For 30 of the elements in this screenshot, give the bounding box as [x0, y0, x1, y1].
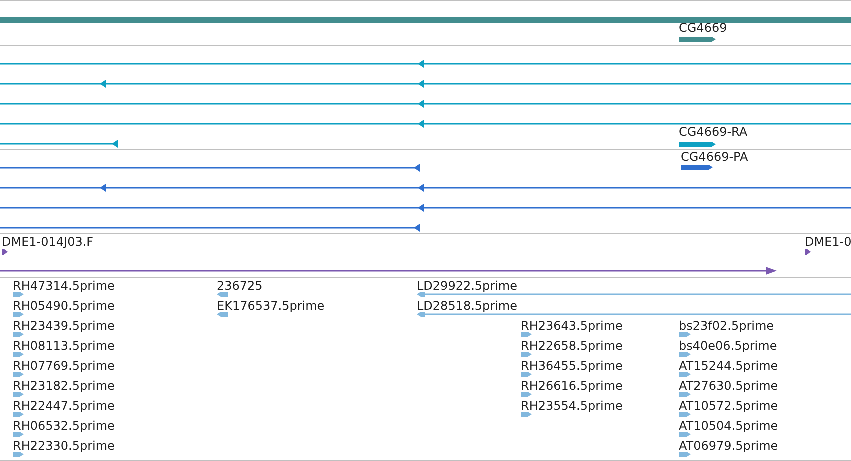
- feature-label: RH22658.5prime: [521, 339, 623, 353]
- feature-label: RH22330.5prime: [13, 439, 115, 453]
- feature-label: RH47314.5prime: [13, 279, 115, 293]
- feature-label: AT06979.5prime: [679, 439, 778, 453]
- feature-label: AT27630.5prime: [679, 379, 778, 393]
- feature-label: RH23182.5prime: [13, 379, 115, 393]
- feature-label: LD28518.5prime: [417, 299, 518, 313]
- feature-label: RH23643.5prime: [521, 319, 623, 333]
- feature-label: LD29922.5prime: [417, 279, 518, 293]
- feature-label: RH22447.5prime: [13, 399, 115, 413]
- feature-label: RH26616.5prime: [521, 379, 623, 393]
- feature-label: DME1-0: [805, 235, 851, 249]
- feature-label: RH23554.5prime: [521, 399, 623, 413]
- feature-label: RH05490.5prime: [13, 299, 115, 313]
- feature-label: RH23439.5prime: [13, 319, 115, 333]
- feature-label: RH08113.5prime: [13, 339, 115, 353]
- feature-label: AT10504.5prime: [679, 419, 778, 433]
- feature-label: AT15244.5prime: [679, 359, 778, 373]
- feature-label: DME1-014J03.F: [2, 235, 94, 249]
- feature-label: CG4669-PA: [681, 150, 748, 164]
- feature-label: bs23f02.5prime: [679, 319, 774, 333]
- feature-label: 236725: [217, 279, 263, 293]
- feature-label: CG4669-RA: [679, 125, 748, 139]
- feature-label: CG4669: [679, 21, 728, 35]
- feature-label: AT10572.5prime: [679, 399, 778, 413]
- feature-label: EK176537.5prime: [217, 299, 325, 313]
- feature-label: bs40e06.5prime: [679, 339, 778, 353]
- feature-label: RH36455.5prime: [521, 359, 623, 373]
- feature-label: RH06532.5prime: [13, 419, 115, 433]
- feature-label: RH07769.5prime: [13, 359, 115, 373]
